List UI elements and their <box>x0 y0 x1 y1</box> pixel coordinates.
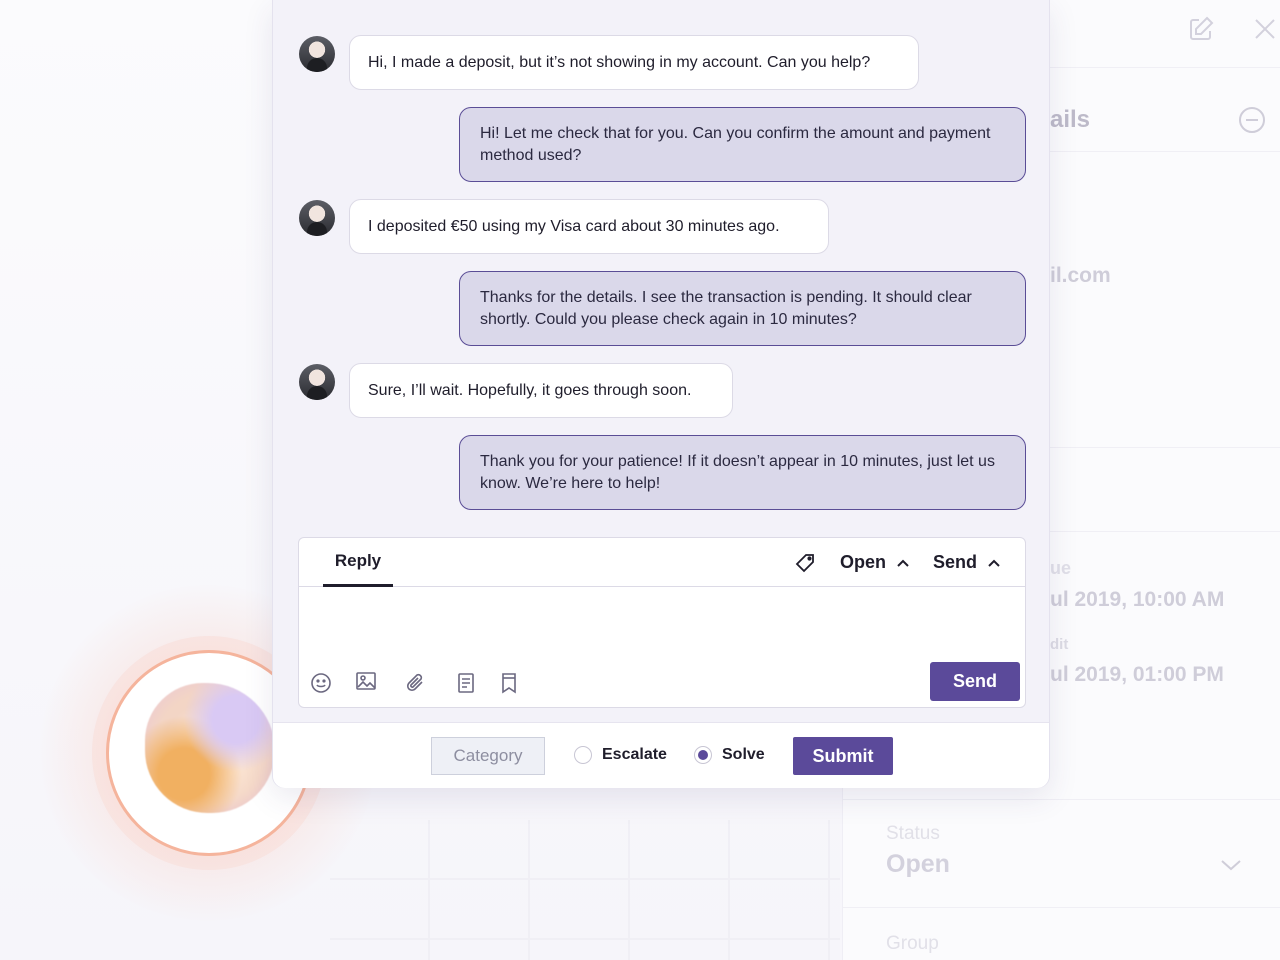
ticket-footer: Category Escalate Solve Submit <box>273 722 1049 788</box>
message-text: Thank you for your patience! If it doesn… <box>480 452 995 492</box>
solve-radio[interactable]: Solve <box>694 746 765 764</box>
attachment-icon[interactable] <box>405 672 427 694</box>
radio-circle[interactable] <box>574 746 592 764</box>
message-text: Hi, I made a deposit, but it’s not showi… <box>368 53 871 71</box>
status-label: Status <box>886 823 940 844</box>
radio-circle-selected[interactable] <box>694 746 712 764</box>
reply-composer: Reply Open Send Send <box>298 537 1026 708</box>
image-icon[interactable] <box>355 670 377 692</box>
message-text: I deposited €50 using my Visa card about… <box>368 217 780 235</box>
tag-icon[interactable] <box>795 553 815 573</box>
send-options-dropdown[interactable]: Send <box>933 549 1001 575</box>
due-value: ul 2019, 10:00 AM <box>1050 588 1225 611</box>
escalate-radio[interactable]: Escalate <box>574 746 667 764</box>
customer-avatar <box>299 200 335 236</box>
collapse-minus-icon[interactable] <box>1238 106 1266 138</box>
escalate-label: Escalate <box>602 746 667 763</box>
status-dropdown-label: Open <box>840 551 887 572</box>
send-button[interactable]: Send <box>930 662 1020 701</box>
assistant-orb-core <box>145 683 275 813</box>
customer-avatar <box>299 364 335 400</box>
template-icon[interactable] <box>455 672 477 694</box>
customer-message: Hi, I made a deposit, but it’s not showi… <box>349 35 919 90</box>
agent-message: Thanks for the details. I see the transa… <box>459 271 1026 346</box>
submit-button[interactable]: Submit <box>793 737 893 775</box>
chat-card: Hi, I made a deposit, but it’s not showi… <box>272 0 1050 788</box>
edit-icon[interactable] <box>1188 16 1214 46</box>
agent-message: Thank you for your patience! If it doesn… <box>459 435 1026 510</box>
reply-text-area[interactable] <box>299 588 1025 658</box>
status-value[interactable]: Open <box>886 850 950 879</box>
customer-avatar <box>299 36 335 72</box>
customer-message: Sure, I’ll wait. Hopefully, it goes thro… <box>349 363 733 418</box>
customer-message: I deposited €50 using my Visa card about… <box>349 199 829 254</box>
send-options-label: Send <box>933 551 978 572</box>
close-icon[interactable] <box>1254 18 1276 44</box>
message-text: Sure, I’ll wait. Hopefully, it goes thro… <box>368 381 692 399</box>
chevron-up-icon <box>896 552 910 573</box>
group-label: Group <box>886 933 939 954</box>
category-button[interactable]: Category <box>431 737 545 775</box>
emoji-icon[interactable] <box>310 672 332 694</box>
chevron-up-icon <box>987 552 1001 573</box>
agent-message: Hi! Let me check that for you. Can you c… <box>459 107 1026 182</box>
edit-label: dit <box>1050 636 1069 653</box>
bookmark-icon[interactable] <box>498 672 520 694</box>
contact-email: il.com <box>1050 264 1111 287</box>
solve-label: Solve <box>722 746 765 763</box>
tab-reply[interactable]: Reply <box>323 538 393 587</box>
due-label: ue <box>1050 558 1072 578</box>
chevron-down-icon[interactable] <box>1220 850 1242 876</box>
edit-value: ul 2019, 01:00 PM <box>1050 663 1224 686</box>
message-text: Hi! Let me check that for you. Can you c… <box>480 124 991 164</box>
message-text: Thanks for the details. I see the transa… <box>480 288 972 328</box>
status-dropdown[interactable]: Open <box>840 549 910 575</box>
details-title: ails <box>1050 106 1091 133</box>
reply-header: Reply Open Send <box>299 538 1025 587</box>
background-grid <box>330 820 840 960</box>
